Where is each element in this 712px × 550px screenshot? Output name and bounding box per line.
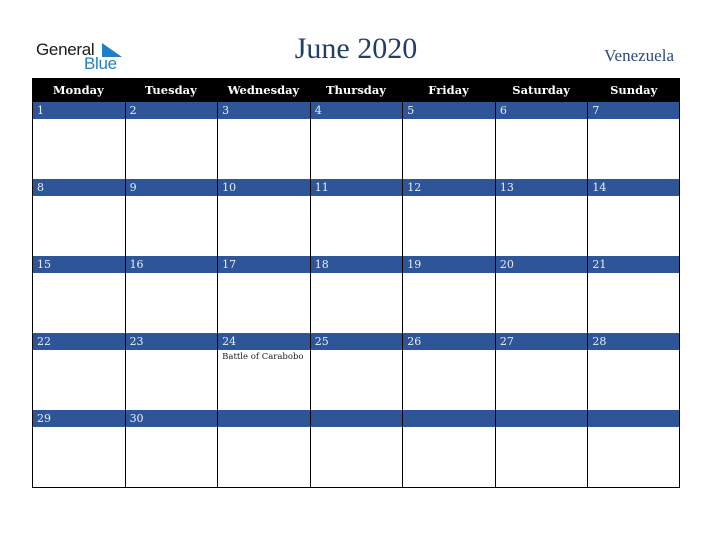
day-cell[interactable]: 29	[32, 410, 125, 487]
day-number: 4	[310, 102, 403, 119]
day-cell[interactable]: 3	[217, 102, 310, 179]
day-cell[interactable]: 23	[124, 333, 218, 410]
weekday-sunday: Sunday	[610, 83, 658, 97]
day-cell[interactable]: 28	[587, 333, 680, 410]
week-row: 8 9 10 11 12 13 14	[32, 179, 680, 256]
day-number	[218, 410, 310, 427]
day-number: 17	[218, 256, 310, 273]
weekday-header: Monday Tuesday Wednesday Thursday Friday Satu…	[32, 78, 680, 102]
day-number: 23	[125, 333, 218, 350]
day-cell[interactable]	[402, 410, 495, 487]
weekday-tuesday: Tuesday	[144, 83, 197, 97]
day-number: 7	[588, 102, 679, 119]
day-cell[interactable]	[217, 410, 310, 487]
day-number: 27	[495, 333, 588, 350]
week-row: 29 30	[32, 410, 680, 488]
day-number: 3	[218, 102, 310, 119]
week-row: 1234567	[32, 102, 680, 179]
day-cell[interactable]: 11	[309, 179, 403, 256]
day-number: 9	[125, 179, 218, 196]
day-cell[interactable]	[494, 410, 588, 487]
day-number: 13	[495, 179, 588, 196]
day-cell[interactable]: 14	[587, 179, 680, 256]
day-cell[interactable]: 7	[587, 102, 680, 179]
day-cell[interactable]: 21	[587, 256, 680, 333]
day-number: 24	[218, 333, 310, 350]
day-cell[interactable]: 1	[32, 102, 125, 179]
day-number: 16	[125, 256, 218, 273]
day-cell[interactable]	[587, 410, 680, 487]
day-number: 26	[403, 333, 495, 350]
day-cell[interactable]: 18	[309, 256, 403, 333]
day-number: 6	[495, 102, 588, 119]
day-number: 21	[588, 256, 679, 273]
day-number: 28	[588, 333, 679, 350]
day-cell[interactable]: 10	[217, 179, 310, 256]
calendar-grid: Monday Tuesday Wednesday Thursday Friday Satu…	[32, 78, 680, 488]
day-cell[interactable]: 2	[124, 102, 218, 179]
day-number: 25	[310, 333, 403, 350]
day-cell[interactable]: 17	[217, 256, 310, 333]
day-number: 22	[33, 333, 125, 350]
weekday-thursday: Thursday	[325, 83, 386, 97]
day-number: 8	[33, 179, 125, 196]
day-number	[310, 410, 403, 427]
day-number: 19	[403, 256, 495, 273]
day-number: 15	[33, 256, 125, 273]
day-number: 10	[218, 179, 310, 196]
day-cell[interactable]: 6	[494, 102, 588, 179]
day-cell[interactable]: 24 Battle of Carabobo	[217, 333, 310, 410]
day-cell[interactable]: 5	[402, 102, 495, 179]
day-number: 29	[33, 410, 125, 427]
day-cell[interactable]: 19	[402, 256, 495, 333]
day-cell[interactable]: 26	[402, 333, 495, 410]
day-number: 14	[588, 179, 679, 196]
weekday-wednesday: Wednesday	[227, 83, 300, 97]
week-row: 15 16 17 18 19 20 21	[32, 256, 680, 333]
day-cell[interactable]: 22	[32, 333, 125, 410]
week-row: 22 23 24 Battle of Carabobo 25 26 27 28	[32, 333, 680, 410]
country-label: Venezuela	[604, 46, 674, 65]
weekday-saturday: Saturday	[512, 83, 570, 97]
day-cell[interactable]: 8	[32, 179, 125, 256]
day-number: 1	[33, 102, 125, 119]
day-number	[403, 410, 495, 427]
day-cell[interactable]: 15	[32, 256, 125, 333]
day-cell[interactable]: 20	[494, 256, 588, 333]
day-number: 5	[403, 102, 495, 119]
day-number: 30	[125, 410, 218, 427]
day-number: 2	[125, 102, 218, 119]
day-cell[interactable]: 12	[402, 179, 495, 256]
day-cell[interactable]: 13	[494, 179, 588, 256]
day-number: 18	[310, 256, 403, 273]
day-cell[interactable]: 25	[309, 333, 403, 410]
day-cell[interactable]: 30	[124, 410, 218, 487]
day-number: 12	[403, 179, 495, 196]
day-cell[interactable]	[309, 410, 403, 487]
day-number	[495, 410, 588, 427]
weekday-friday: Friday	[428, 83, 469, 97]
weekday-monday: Monday	[52, 83, 104, 97]
day-cell[interactable]: 4	[309, 102, 403, 179]
day-cell[interactable]: 16	[124, 256, 218, 333]
day-cell[interactable]: 27	[494, 333, 588, 410]
holiday-label: Battle of Carabobo	[222, 352, 304, 362]
day-number: 11	[310, 179, 403, 196]
day-cell[interactable]: 9	[124, 179, 218, 256]
day-number	[588, 410, 679, 427]
day-number: 20	[495, 256, 588, 273]
